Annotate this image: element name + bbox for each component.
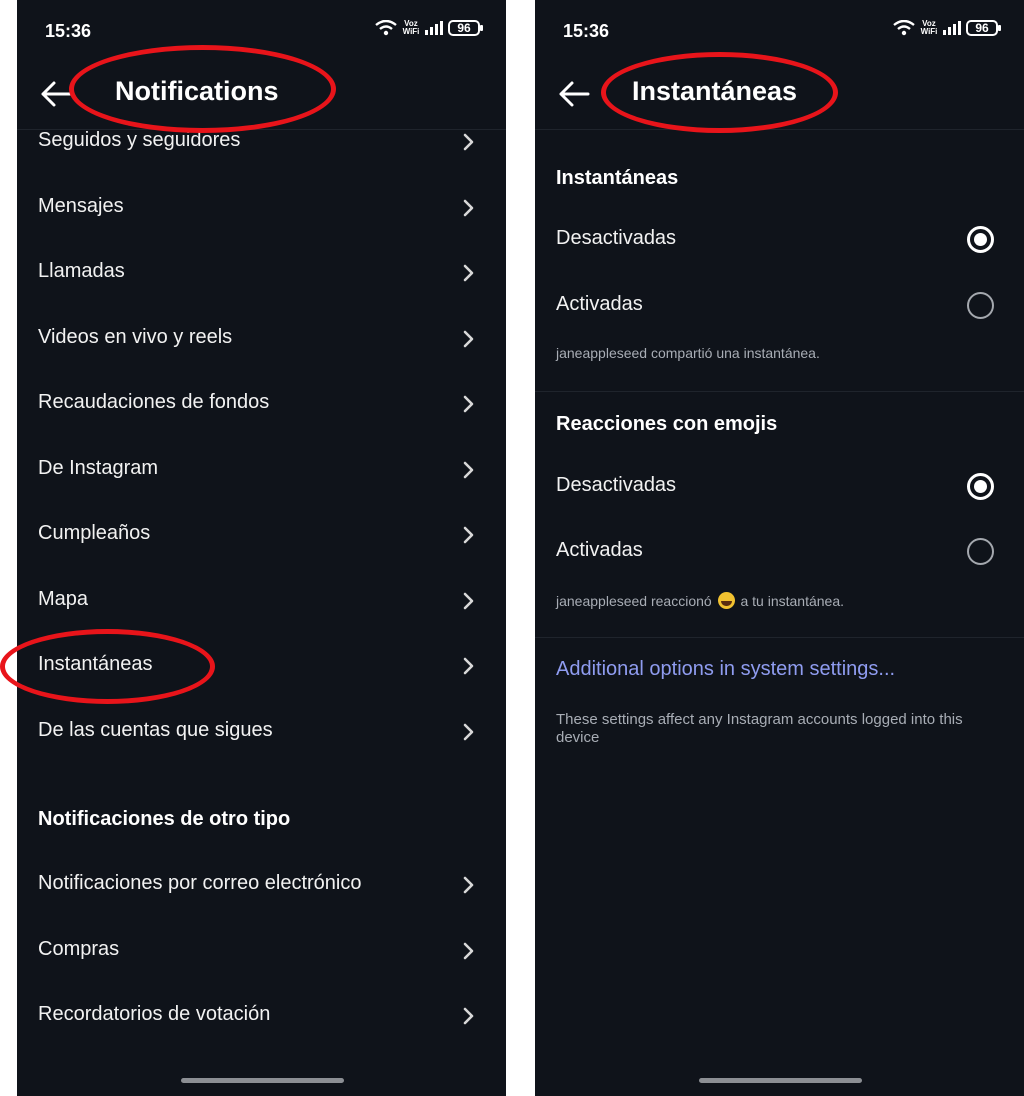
chevron-right-icon xyxy=(463,395,474,413)
option-reacciones-activadas[interactable]: Activadas xyxy=(535,522,1024,582)
menu-item-mapa[interactable]: Mapa xyxy=(17,571,506,631)
menu-item-label: Recordatorios de votación xyxy=(38,1003,271,1025)
battery-icon: 96 xyxy=(966,20,1001,36)
annotation-ellipse-notifications-title xyxy=(69,45,336,133)
option-label: Desactivadas xyxy=(556,474,677,496)
wifi-icon xyxy=(893,20,915,36)
menu-item-label: De las cuentas que sigues xyxy=(38,719,273,741)
radio-unselected-icon[interactable] xyxy=(967,538,994,565)
menu-item-cumpleanos[interactable]: Cumpleaños xyxy=(17,505,506,565)
chevron-right-icon xyxy=(463,526,474,544)
menu-item-label: Cumpleaños xyxy=(38,522,151,544)
section-heading-otro-tipo: Notificaciones de otro tipo xyxy=(38,808,291,830)
signal-icon xyxy=(943,21,961,35)
chevron-right-icon xyxy=(463,942,474,960)
voz-wifi-indicator: Voz WiFi xyxy=(920,19,938,36)
chevron-right-icon xyxy=(463,461,474,479)
section-divider xyxy=(535,391,1024,392)
chevron-right-icon xyxy=(463,133,474,151)
menu-item-recaudaciones[interactable]: Recaudaciones de fondos xyxy=(17,374,506,434)
voz-wifi-indicator: Voz WiFi xyxy=(402,19,420,36)
menu-item-votacion[interactable]: Recordatorios de votación xyxy=(17,986,506,1046)
menu-item-videos-en-vivo[interactable]: Videos en vivo y reels xyxy=(17,309,506,369)
wifi-icon xyxy=(375,20,397,36)
option-reacciones-desactivadas[interactable]: Desactivadas xyxy=(535,457,1024,517)
chevron-right-icon xyxy=(463,1007,474,1025)
menu-item-label: Compras xyxy=(38,938,120,960)
annotation-ellipse-instantaneas-item xyxy=(0,629,215,704)
laughing-emoji-icon xyxy=(717,592,735,609)
status-bar: 15:36 Voz WiFi 96 xyxy=(535,0,1024,60)
annotation-ellipse-instantaneas-title xyxy=(601,52,838,133)
menu-item-cuentas-que-sigues[interactable]: De las cuentas que sigues xyxy=(17,702,506,762)
system-settings-link[interactable]: Additional options in system settings... xyxy=(556,658,895,681)
chevron-right-icon xyxy=(463,876,474,894)
chevron-right-icon xyxy=(463,592,474,610)
menu-item-compras[interactable]: Compras xyxy=(17,921,506,981)
caption-text-before: janeappleseed reaccionó xyxy=(556,593,712,609)
status-icons: Voz WiFi 96 xyxy=(375,19,483,36)
menu-item-correo[interactable]: Notificaciones por correo electrónico xyxy=(17,855,506,915)
chevron-right-icon xyxy=(463,330,474,348)
option-instantaneas-activadas[interactable]: Activadas xyxy=(535,276,1024,336)
status-time: 15:36 xyxy=(45,21,92,41)
section-heading-instantaneas: Instantáneas xyxy=(556,167,679,189)
status-time: 15:36 xyxy=(563,21,610,41)
chevron-right-icon xyxy=(463,199,474,217)
chevron-right-icon xyxy=(463,264,474,282)
menu-item-mensajes[interactable]: Mensajes xyxy=(17,178,506,238)
chevron-right-icon xyxy=(463,657,474,675)
caption-reacciones: janeappleseed reaccionó a tu instantánea… xyxy=(556,592,844,609)
menu-item-label: Mensajes xyxy=(38,195,124,217)
menu-item-label: Videos en vivo y reels xyxy=(38,326,233,348)
home-indicator[interactable] xyxy=(180,1078,344,1083)
menu-item-label: Recaudaciones de fondos xyxy=(38,391,270,413)
section-heading-reacciones: Reacciones con emojis xyxy=(556,413,778,435)
caption-text-after: a tu instantánea. xyxy=(740,593,844,609)
back-arrow-icon[interactable] xyxy=(39,78,73,110)
battery-icon: 96 xyxy=(448,20,483,36)
back-arrow-icon[interactable] xyxy=(557,78,591,110)
menu-item-de-instagram[interactable]: De Instagram xyxy=(17,440,506,500)
option-instantaneas-desactivadas[interactable]: Desactivadas xyxy=(535,210,1024,270)
header-divider xyxy=(535,129,1024,130)
signal-icon xyxy=(425,21,443,35)
section-divider xyxy=(535,637,1024,638)
menu-item-llamadas[interactable]: Llamadas xyxy=(17,243,506,303)
menu-item-label: De Instagram xyxy=(38,457,159,479)
caption-instantaneas: janeappleseed compartió una instantánea. xyxy=(556,345,820,361)
option-label: Activadas xyxy=(556,539,643,561)
chevron-right-icon xyxy=(463,723,474,741)
radio-selected-icon[interactable] xyxy=(967,226,994,253)
home-indicator[interactable] xyxy=(698,1078,862,1083)
instantaneas-screen: 15:36 Voz WiFi 96 Instantáneas Instantán… xyxy=(535,0,1024,1096)
notifications-screen: 15:36 Voz WiFi 96 Notifications Seguidos… xyxy=(17,0,506,1096)
menu-item-label: Llamadas xyxy=(38,260,125,282)
settings-footnote: These settings affect any Instagram acco… xyxy=(556,711,963,746)
radio-selected-icon[interactable] xyxy=(967,473,994,500)
status-icons: Voz WiFi 96 xyxy=(893,19,1001,36)
menu-item-label: Notificaciones por correo electrónico xyxy=(38,872,362,894)
option-label: Desactivadas xyxy=(556,227,677,249)
radio-unselected-icon[interactable] xyxy=(967,292,994,319)
option-label: Activadas xyxy=(556,293,643,315)
menu-item-label: Mapa xyxy=(38,588,89,610)
